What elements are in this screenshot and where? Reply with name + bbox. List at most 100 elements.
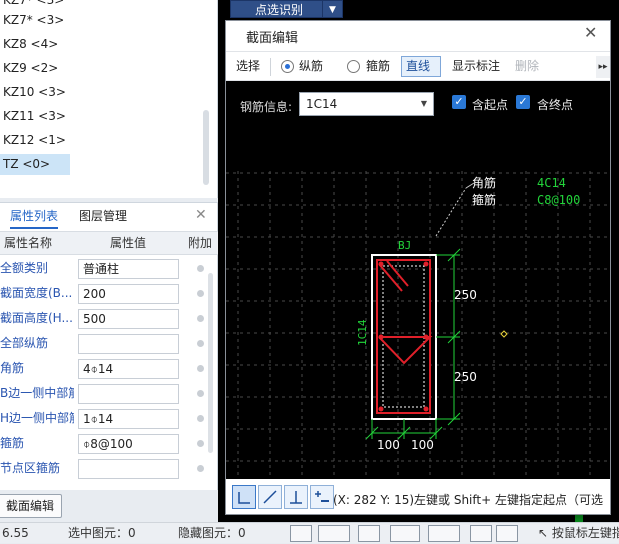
property-panel: 属性列表 图层管理 ✕ 属性名称 属性值 附加 全额类别 普通柱 截面宽度(B...… (0, 202, 218, 490)
property-row: B边一侧中部筋 (0, 381, 218, 406)
property-value-input[interactable]: 4⌽14 (78, 359, 179, 379)
property-row: 全部纵筋 (0, 331, 218, 356)
property-value-input[interactable]: 普通柱 (78, 259, 179, 279)
property-row: 箍筋 ⌽8@100 (0, 431, 218, 456)
component-list: KZ7* <3> KZ7* <3> KZ8 <4> KZ9 <2> KZ10 <… (0, 0, 218, 198)
status-hint: ↖ 按鼠标左键指 (538, 526, 619, 540)
include-start-checkbox[interactable]: ✓ (452, 95, 466, 109)
ortho-icon[interactable] (290, 525, 312, 542)
drawing-area[interactable]: 钢筋信息: 1C14 ▼ ✓ 含起点 ✓ 含终点 角筋 箍筋 4C14 C8@1… (226, 81, 610, 479)
delete-button[interactable]: 删除 (515, 52, 539, 81)
chevron-down-icon: ▼ (420, 99, 427, 108)
property-name: 节点区箍筋 (0, 461, 61, 475)
close-icon[interactable]: ✕ (195, 207, 207, 223)
status-selected-count: 选中图元：0 (68, 526, 136, 540)
perpendicular-icon[interactable] (284, 485, 308, 509)
column-header-value: 属性值 (110, 236, 147, 250)
stirrup-hook (378, 263, 403, 292)
list-item[interactable]: KZ7* <3> (0, 10, 64, 31)
snap-point-icon[interactable] (470, 525, 492, 542)
origin-marker (500, 330, 508, 338)
edit-curve-icon[interactable] (496, 525, 518, 542)
list-item[interactable]: KZ9 <2> (0, 58, 58, 79)
add-dropdown-icon[interactable] (428, 525, 460, 542)
property-name: 全额类别 (0, 261, 49, 275)
corner-bar (378, 261, 384, 267)
include-end-checkbox[interactable]: ✓ (516, 95, 530, 109)
property-row: 截面高度(H... 500 (0, 306, 218, 331)
chevron-down-icon[interactable]: ▼ (322, 1, 342, 17)
expand-dot-icon[interactable] (197, 440, 204, 447)
stirrup-value: C8@100 (537, 193, 580, 207)
status-scale: 6.55 (2, 526, 29, 540)
list-item[interactable]: KZ11 <3> (0, 106, 66, 127)
toolbar-divider (270, 58, 271, 76)
radio-stirrup-label: 箍筋 (366, 59, 391, 73)
side-bar (423, 334, 429, 340)
corner-bar (423, 406, 429, 412)
property-name: 截面高度(H... (0, 311, 73, 325)
radio-stirrup[interactable] (347, 60, 360, 73)
property-scrollbar[interactable] (208, 273, 213, 453)
select-button[interactable]: 选择 (236, 52, 260, 81)
tab-property-list[interactable]: 属性列表 (10, 203, 59, 229)
section-drawing[interactable]: 角筋 箍筋 4C14 C8@100 BJ 1C14 250 250 100 10… (226, 131, 610, 479)
list-item[interactable]: KZ8 <4> (0, 34, 58, 55)
property-name: 全部纵筋 (0, 336, 49, 350)
corner-bar (423, 261, 429, 267)
side-bar (378, 334, 384, 340)
property-value-input[interactable]: 500 (78, 309, 179, 329)
section-edit-dialog: 截面编辑 ✕ 选择 纵筋 箍筋 直线 显示标注 删除 ▸▸ 钢筋信息: 1C14… (225, 20, 611, 515)
dim-bottom-value: 250 (454, 370, 477, 384)
dialog-toolbar: 选择 纵筋 箍筋 直线 显示标注 删除 ▸▸ (226, 51, 610, 81)
expand-dot-icon[interactable] (197, 290, 204, 297)
list-item[interactable]: KZ12 <1> (0, 130, 66, 151)
add-minus-icon[interactable] (310, 485, 334, 509)
property-row: 节点区箍筋 (0, 456, 218, 481)
expand-dot-icon[interactable] (197, 265, 204, 272)
ortho-line-icon[interactable] (232, 485, 256, 509)
show-dims-button[interactable]: 显示标注 (452, 52, 500, 81)
property-name: 角筋 (0, 361, 25, 375)
list-item-selected[interactable]: TZ <0> (0, 154, 70, 175)
expand-dot-icon[interactable] (197, 315, 204, 322)
section-edit-button[interactable]: 截面编辑 (0, 494, 62, 518)
property-value-input[interactable]: 200 (78, 284, 179, 304)
expand-dot-icon[interactable] (197, 365, 204, 372)
point-recognize-button[interactable]: 点选识别 ▼ (230, 0, 343, 18)
property-value-input[interactable] (78, 334, 179, 354)
property-value-input[interactable] (78, 384, 179, 404)
property-value-input[interactable]: ⌽8@100 (78, 434, 179, 454)
more-icon[interactable]: ▸▸ (596, 56, 610, 78)
radio-longitudinal[interactable] (281, 60, 294, 73)
property-value-input[interactable]: 1⌽14 (78, 409, 179, 429)
cross-select-icon[interactable] (358, 525, 380, 542)
include-end-label: 含终点 (537, 98, 574, 112)
expand-dot-icon[interactable] (197, 415, 204, 422)
property-name: 箍筋 (0, 436, 25, 450)
expand-dot-icon[interactable] (197, 340, 204, 347)
close-icon[interactable]: ✕ (584, 23, 597, 42)
dialog-title: 截面编辑 (246, 31, 299, 46)
stirrup-label: 箍筋 (472, 192, 496, 207)
include-start-label: 含起点 (472, 98, 509, 112)
corner-label: 角筋 (472, 175, 496, 190)
expand-dot-icon[interactable] (197, 390, 204, 397)
rebar-info-select[interactable]: 1C14 ▼ (299, 92, 434, 116)
line-mode-dropdown[interactable]: 直线 (401, 56, 441, 77)
expand-dot-icon[interactable] (197, 465, 204, 472)
tab-layer-management[interactable]: 图层管理 (79, 203, 127, 229)
status-bar: 6.55 选中图元：0 隐藏图元：0 ↖ 按鼠标左键指 (0, 522, 619, 543)
snap-dropdown-icon[interactable] (318, 525, 350, 542)
property-name: B边一侧中部筋 (0, 386, 74, 400)
oblique-line-icon[interactable] (258, 485, 282, 509)
list-scrollbar[interactable] (203, 110, 209, 185)
property-value-input[interactable] (78, 459, 179, 479)
corner-value: 4C14 (537, 176, 566, 190)
list-item[interactable]: KZ10 <3> (0, 82, 66, 103)
layer-dropdown-icon[interactable] (390, 525, 420, 542)
property-row: 全额类别 普通柱 (0, 256, 218, 281)
mid-rebar-tie (378, 336, 433, 365)
dialog-bottom-toolbar: (X: 282 Y: 15)左键或 Shift+ 左键指定起点（可选 (226, 481, 610, 514)
bj-label: BJ (398, 239, 411, 252)
